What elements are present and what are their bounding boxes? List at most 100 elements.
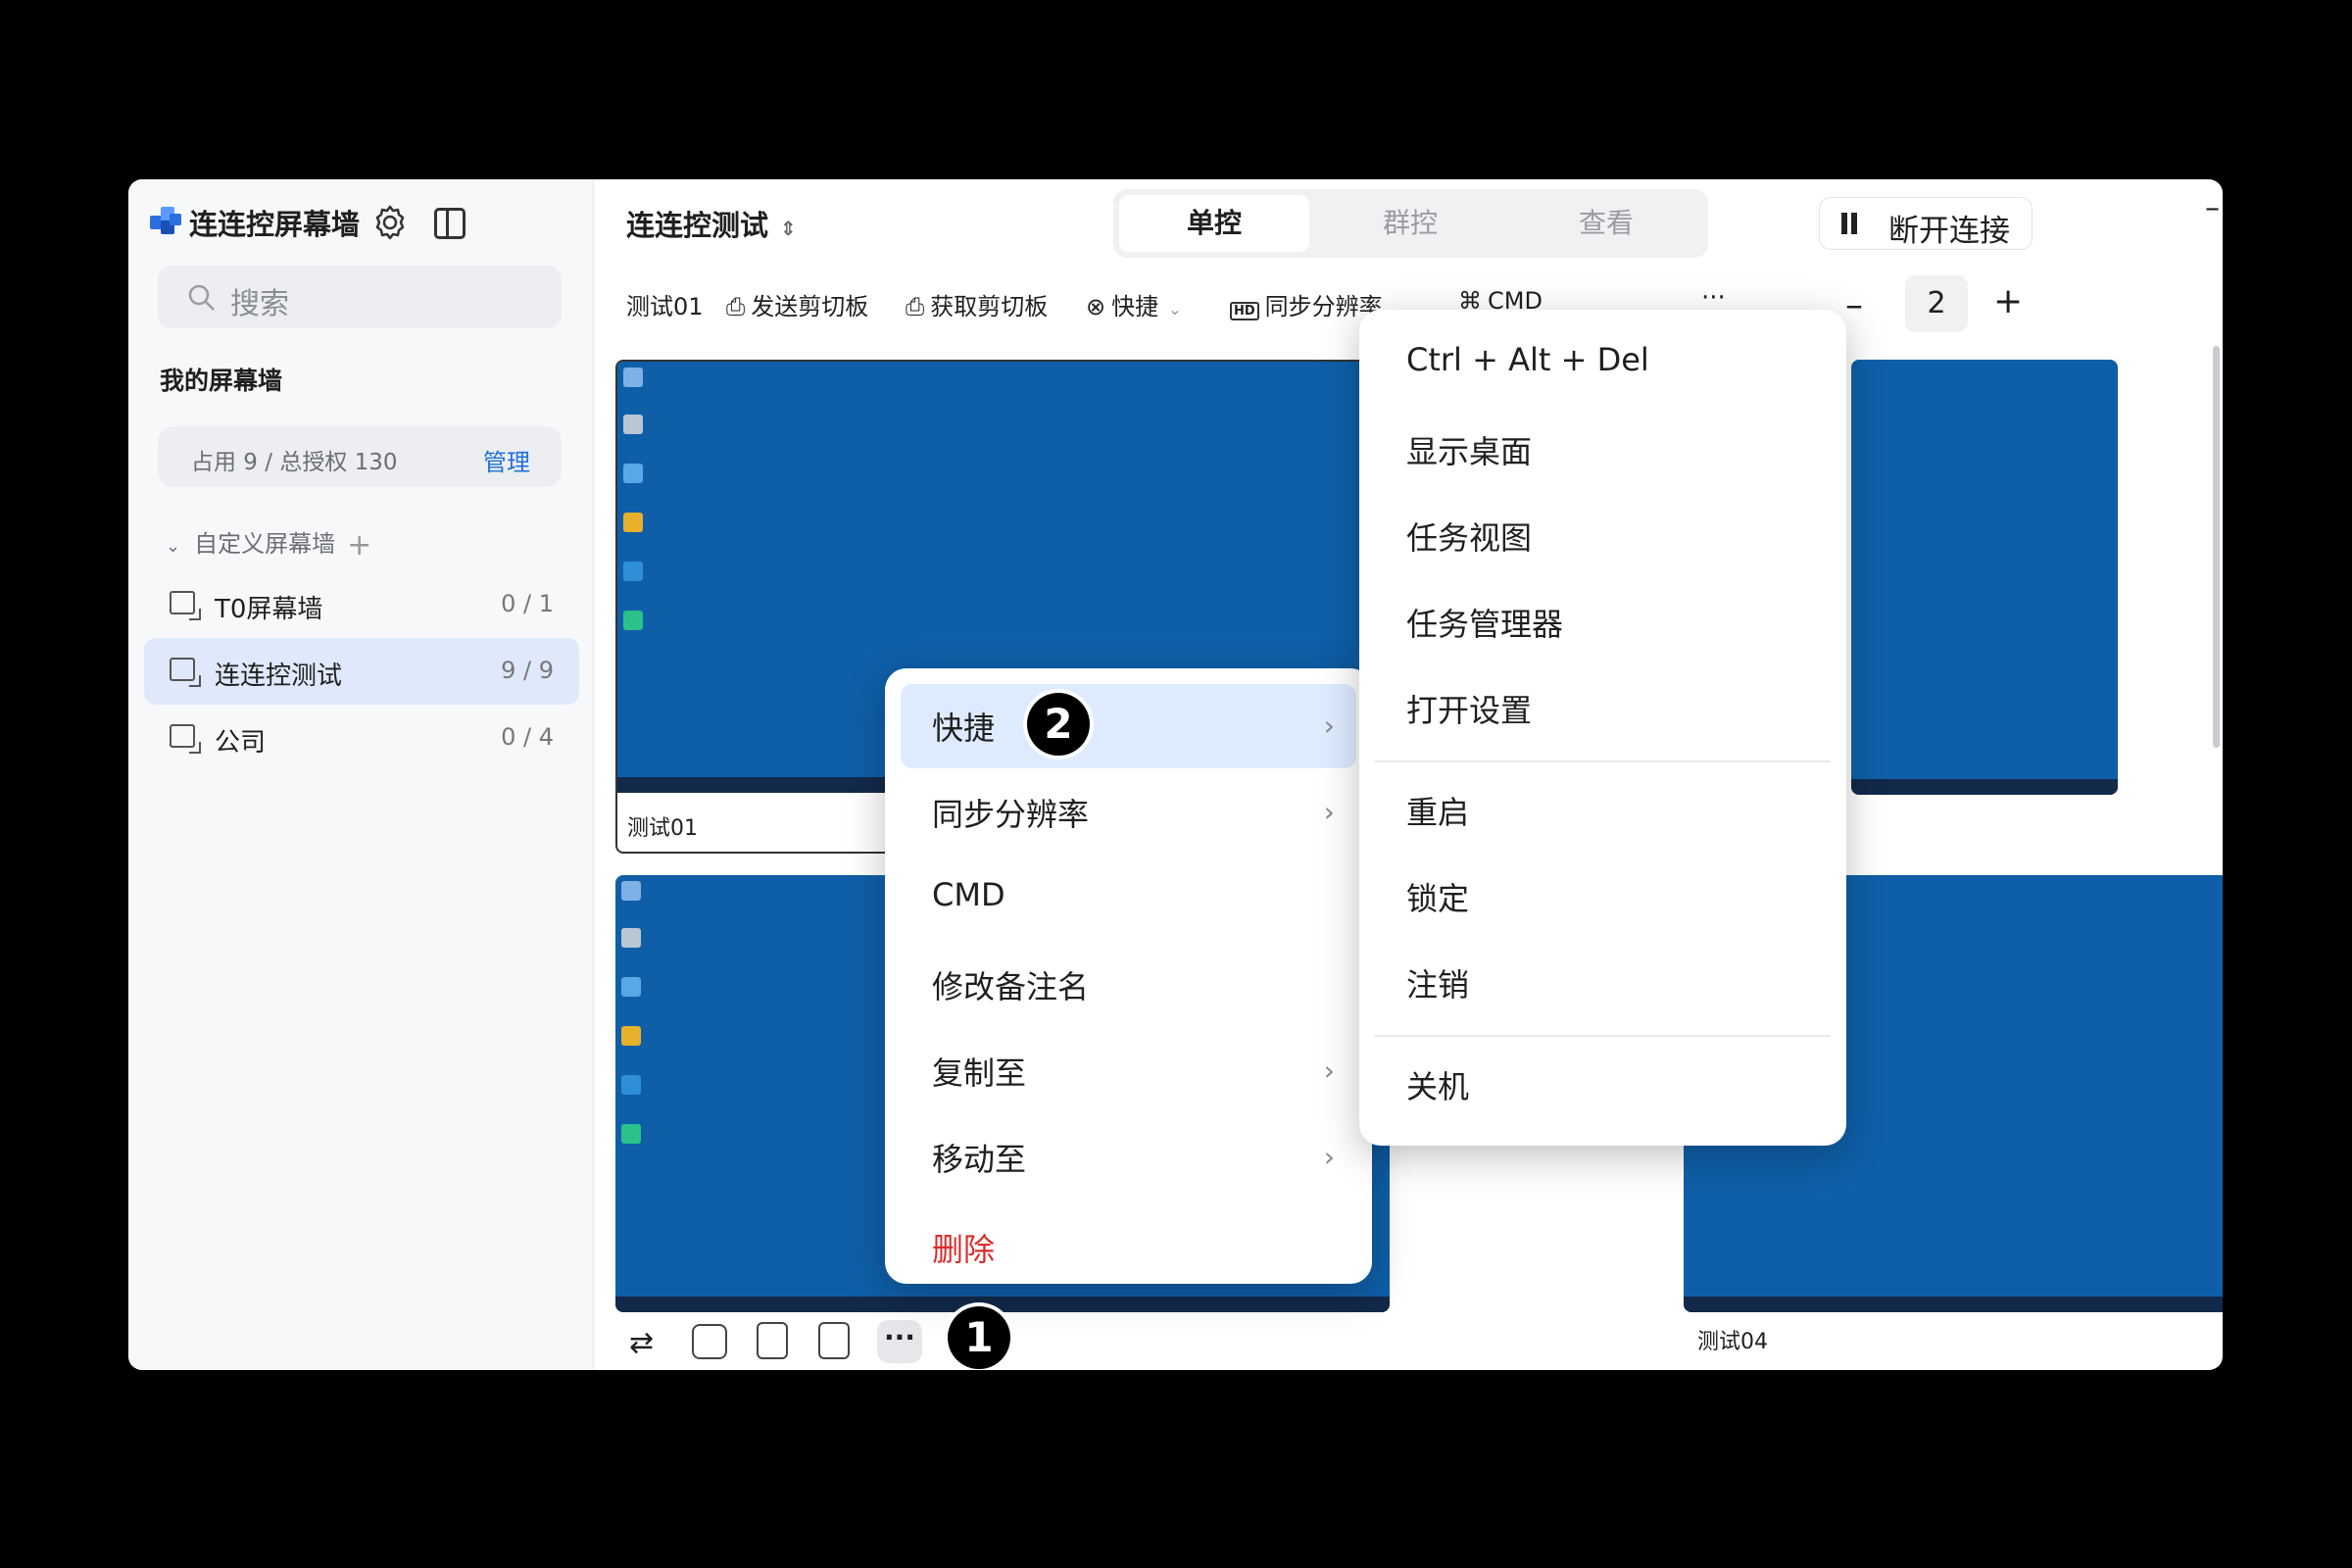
pause-icon <box>1841 213 1847 234</box>
submenu-item-label: 任务视图 <box>1406 519 1533 557</box>
shortcut-submenu: Ctrl + Alt + Del 显示桌面 任务视图 任务管理器 打开设置 重启… <box>1359 310 1846 1146</box>
tab-single-control[interactable]: 单控 <box>1119 195 1309 252</box>
submenu-item[interactable]: 注销 <box>1375 941 1831 1025</box>
menu-item-sync-resolution[interactable]: 同步分辨率 › <box>901 770 1356 855</box>
get-clipboard-button[interactable]: ⎙ 获取剪切板 <box>906 287 1048 321</box>
tab-view[interactable]: 查看 <box>1511 195 1701 252</box>
app-title: 连连控屏幕墙 <box>189 208 361 241</box>
toolbar-device-name: 测试01 <box>626 293 704 320</box>
clipboard-upload-icon[interactable] <box>757 1322 788 1359</box>
menu-item-label: CMD <box>932 876 1005 913</box>
columns-value[interactable]: 2 <box>1905 275 1968 332</box>
menu-divider <box>1375 1035 1831 1037</box>
send-clipboard-label: 发送剪切板 <box>751 293 869 320</box>
app-window: 连连控屏幕墙 搜索 我的屏幕墙 占用 9 / 总授权 130 管理 ⌄ 自定义屏幕… <box>128 179 2223 1370</box>
remote-taskbar <box>1684 1297 2223 1312</box>
submenu-item[interactable]: 关机 <box>1375 1043 1831 1127</box>
tile-label: 测试01 <box>627 816 698 841</box>
menu-item-copy-to[interactable]: 复制至 › <box>901 1029 1356 1113</box>
menu-item-label: 同步分辨率 <box>932 796 1090 833</box>
sort-arrows-icon: ⇕ <box>780 217 797 240</box>
switch-icon[interactable]: ⇄ <box>629 1326 654 1360</box>
submenu-item[interactable]: 重启 <box>1375 768 1831 853</box>
sidebar-item-wall[interactable]: T0屏幕墙 0 / 1 <box>144 571 579 638</box>
callout-marker: 1 <box>948 1306 1010 1369</box>
decrease-columns-button[interactable]: – <box>1845 285 1863 325</box>
chevron-right-icon: › <box>1323 796 1335 828</box>
increase-columns-button[interactable]: + <box>1993 281 2023 321</box>
submenu-item-label: 显示桌面 <box>1406 433 1533 470</box>
menu-item-cmd[interactable]: CMD <box>901 857 1356 941</box>
submenu-item[interactable]: 任务视图 <box>1375 494 1831 578</box>
tile-more-button[interactable]: ··· <box>877 1320 922 1363</box>
chevron-right-icon: › <box>1323 1054 1335 1087</box>
wall-count: 9 / 9 <box>501 657 554 684</box>
menu-divider <box>1375 760 1831 762</box>
sync-resolution-dropdown[interactable]: HD 同步分辨率 <box>1230 287 1383 321</box>
group-label: 自定义屏幕墙 <box>194 530 336 558</box>
submenu-item[interactable]: 打开设置 <box>1375 666 1831 751</box>
mode-tabs: 单控 群控 查看 <box>1113 189 1708 258</box>
app-logo-icon <box>150 207 181 238</box>
wall-count: 0 / 4 <box>501 723 554 751</box>
wall-selector[interactable]: 连连控测试 ⇕ <box>626 203 797 244</box>
group-header[interactable]: ⌄ 自定义屏幕墙 + <box>166 524 371 563</box>
sidebar-toggle-icon[interactable] <box>434 208 466 239</box>
get-clipboard-label: 获取剪切板 <box>930 293 1049 320</box>
sidebar: 连连控屏幕墙 搜索 我的屏幕墙 占用 9 / 总授权 130 管理 ⌄ 自定义屏幕… <box>128 179 594 1370</box>
disconnect-button[interactable]: 断开连接 <box>1819 197 2033 250</box>
add-icon[interactable]: + <box>347 528 371 563</box>
screen-wall-icon <box>170 658 201 687</box>
chevron-right-icon: › <box>1323 710 1335 742</box>
clipboard-download-icon: ⎙ <box>906 293 925 320</box>
callout-marker: 2 <box>1027 693 1090 756</box>
submenu-item[interactable]: 锁定 <box>1375 855 1831 939</box>
gear-icon[interactable] <box>370 203 410 242</box>
minimize-icon[interactable]: – <box>2205 191 2220 225</box>
chevron-down-icon[interactable]: ⌄ <box>166 536 180 557</box>
remote-taskbar <box>1851 779 2118 795</box>
tab-group-control[interactable]: 群控 <box>1315 195 1505 252</box>
wall-name: 公司 <box>215 728 267 758</box>
submenu-item-label: 注销 <box>1406 966 1470 1004</box>
remote-taskbar <box>615 1297 1390 1312</box>
context-menu: 快捷 › 同步分辨率 › CMD 修改备注名 复制至 › 移动至 › 删除 <box>885 668 1372 1284</box>
hd-icon: HD <box>1230 302 1259 320</box>
menu-item-rename[interactable]: 修改备注名 <box>901 943 1356 1027</box>
search-input[interactable]: 搜索 <box>158 266 562 328</box>
wall-count: 0 / 1 <box>501 590 554 617</box>
search-placeholder: 搜索 <box>230 287 289 321</box>
menu-item-label: 快捷 <box>932 710 996 747</box>
clipboard-download-icon[interactable] <box>818 1322 850 1359</box>
sidebar-item-wall[interactable]: 连连控测试 9 / 9 <box>144 638 579 705</box>
shortcut-icon: ⊗ <box>1086 293 1106 320</box>
wall-name: 连连控测试 <box>215 662 343 691</box>
usage-panel: 占用 9 / 总授权 130 管理 <box>158 426 562 487</box>
submenu-item-label: 任务管理器 <box>1406 606 1564 643</box>
clipboard-upload-icon: ⎙ <box>726 293 746 320</box>
device-tile[interactable] <box>1851 360 2118 795</box>
submenu-item[interactable]: 任务管理器 <box>1375 580 1831 664</box>
toolbar-more-button[interactable]: ··· <box>1701 283 1726 313</box>
submenu-item-label: 锁定 <box>1406 880 1470 917</box>
menu-item-shortcut[interactable]: 快捷 › <box>901 684 1356 768</box>
sidebar-item-wall[interactable]: 公司 0 / 4 <box>144 705 579 771</box>
remote-screen[interactable] <box>1851 360 2118 795</box>
menu-item-move-to[interactable]: 移动至 › <box>901 1115 1356 1200</box>
screen-wall-icon <box>170 591 201 620</box>
menu-item-label: 修改备注名 <box>932 968 1090 1005</box>
usage-text: 占用 9 / 总授权 130 <box>191 450 398 475</box>
scrollbar[interactable] <box>2213 346 2220 748</box>
menu-item-label: 移动至 <box>932 1141 1027 1178</box>
submenu-item[interactable]: Ctrl + Alt + Del <box>1375 321 1831 406</box>
submenu-item[interactable]: 显示桌面 <box>1375 408 1831 492</box>
manage-link[interactable]: 管理 <box>483 443 530 477</box>
shortcut-dropdown[interactable]: ⊗ 快捷 ⌄ <box>1086 287 1182 321</box>
submenu-item-label: 重启 <box>1406 794 1470 831</box>
menu-item-delete[interactable]: 删除 <box>901 1205 1356 1290</box>
send-clipboard-button[interactable]: ⎙ 发送剪切板 <box>726 287 868 321</box>
screenshot-icon[interactable] <box>692 1324 727 1359</box>
screen-wall-icon <box>170 724 201 754</box>
submenu-item-label: 打开设置 <box>1406 692 1533 729</box>
menu-item-label: 删除 <box>932 1231 996 1268</box>
